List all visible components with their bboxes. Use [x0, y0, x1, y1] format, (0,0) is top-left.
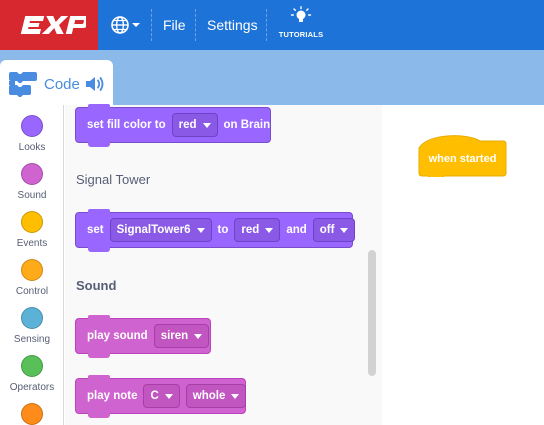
- block-palette: [65, 105, 382, 425]
- chevron-down-icon: [164, 393, 173, 399]
- exp-logo-icon: [20, 16, 86, 34]
- section-title-signal-tower: Signal Tower: [76, 172, 151, 187]
- when-started-label: when started: [428, 153, 497, 165]
- lightbulb-icon: [290, 6, 312, 22]
- play-note-block[interactable]: play note C whole: [75, 375, 247, 418]
- menu-divider: [266, 9, 267, 41]
- code-blocks-icon: [9, 72, 37, 97]
- control-color-dot: [21, 259, 43, 281]
- block-text: to: [217, 224, 229, 236]
- category-sensing-label: Sensing: [13, 334, 51, 345]
- chevron-down-icon: [340, 227, 349, 233]
- palette-scrollbar[interactable]: [368, 250, 376, 376]
- dropdown-value: C: [150, 390, 159, 402]
- menu-divider: [151, 9, 152, 41]
- app-window: File Settings TUTORIALS Code Looks Sound…: [0, 0, 544, 425]
- looks-color-dot: [21, 115, 43, 137]
- category-menu: Looks Sound Events Control Sensing Opera…: [0, 105, 64, 425]
- menu-divider: [195, 9, 196, 41]
- when-started-block[interactable]: when started: [418, 129, 507, 177]
- category-looks[interactable]: Looks: [0, 115, 64, 153]
- category-events[interactable]: Events: [0, 211, 64, 249]
- tab-code-label: Code: [44, 75, 80, 93]
- dropdown-value: SignalTower6: [116, 224, 191, 236]
- chevron-down-icon: [231, 393, 240, 399]
- block-text: play note: [87, 390, 138, 402]
- menu-bar: File Settings TUTORIALS: [0, 0, 544, 50]
- set-signal-tower-block[interactable]: set SignalTower6 to red and off: [75, 209, 356, 252]
- color-dropdown[interactable]: red: [171, 113, 218, 137]
- exp-logo: [0, 0, 98, 50]
- chevron-down-icon: [132, 23, 140, 27]
- category-operators[interactable]: Operators: [0, 355, 64, 393]
- block-text: set fill color to: [87, 119, 166, 131]
- category-control[interactable]: Control: [0, 259, 64, 297]
- chevron-down-icon: [202, 122, 211, 128]
- dropdown-value: siren: [160, 330, 189, 342]
- category-control-label: Control: [15, 286, 49, 297]
- set-fill-color-block[interactable]: set fill color to red on Brain: [75, 104, 271, 147]
- events-color-dot: [21, 211, 43, 233]
- block-text: set: [87, 224, 104, 236]
- block-text: on Brain: [223, 119, 271, 131]
- operators-color-dot: [21, 355, 43, 377]
- tab-code[interactable]: Code: [0, 60, 113, 108]
- category-sound-label: Sound: [17, 190, 47, 201]
- play-sound-block[interactable]: play sound siren: [75, 315, 211, 358]
- tutorials-label: TUTORIALS: [278, 30, 324, 39]
- sound-color-dot: [21, 163, 43, 185]
- category-events-label: Events: [16, 238, 48, 249]
- state-dropdown[interactable]: off: [312, 218, 356, 242]
- category-operators-label: Operators: [9, 382, 55, 393]
- block-text: play sound: [87, 330, 148, 342]
- dropdown-value: red: [178, 119, 197, 131]
- language-menu[interactable]: [110, 12, 144, 38]
- dropdown-value: off: [319, 224, 335, 236]
- category-variables[interactable]: [0, 403, 64, 425]
- category-sound[interactable]: Sound: [0, 163, 64, 201]
- globe-icon: [111, 16, 140, 34]
- chevron-down-icon: [196, 227, 205, 233]
- device-dropdown[interactable]: SignalTower6: [109, 218, 212, 242]
- sound-dropdown[interactable]: siren: [153, 324, 210, 348]
- speaker-icon[interactable]: [84, 74, 106, 94]
- duration-dropdown[interactable]: whole: [185, 384, 247, 408]
- category-sensing[interactable]: Sensing: [0, 307, 64, 345]
- settings-menu[interactable]: Settings: [207, 0, 258, 50]
- dropdown-value: whole: [192, 390, 226, 402]
- section-title-sound: Sound: [76, 278, 117, 293]
- color-dropdown[interactable]: red: [234, 218, 281, 242]
- sensing-color-dot: [21, 307, 43, 329]
- chevron-down-icon: [194, 333, 203, 339]
- category-looks-label: Looks: [18, 142, 46, 153]
- tutorials-button[interactable]: TUTORIALS: [268, 6, 334, 46]
- note-dropdown[interactable]: C: [143, 384, 180, 408]
- chevron-down-icon: [265, 227, 274, 233]
- dropdown-value: red: [241, 224, 260, 236]
- block-text: and: [286, 224, 307, 236]
- variables-color-dot: [21, 403, 43, 425]
- file-menu[interactable]: File: [163, 0, 186, 50]
